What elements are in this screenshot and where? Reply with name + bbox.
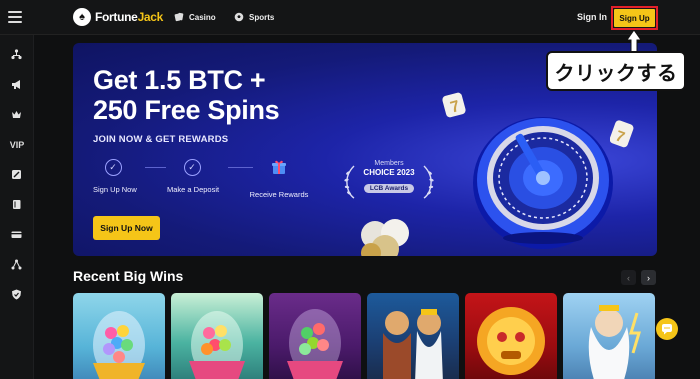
sidebar-item-lottery[interactable] (10, 168, 23, 181)
crown-icon (12, 111, 21, 118)
app-root: ♠ FortuneJack Casino Sports Sign In Sign… (0, 0, 700, 379)
chat-support-button[interactable] (656, 318, 678, 340)
chat-icon (662, 324, 672, 335)
egg-rocket-art (287, 309, 343, 379)
recent-wins-carousel (73, 293, 655, 379)
award-badge: Members CHOICE 2023 LCB Awards (344, 160, 434, 205)
nav-sports[interactable]: Sports (234, 12, 274, 22)
hero-sign-up-button[interactable]: Sign Up Now (93, 216, 160, 240)
nav-casino-label: Casino (189, 12, 216, 22)
game-tile-zeus-1[interactable] (367, 293, 459, 379)
sidebar-item-tournaments[interactable] (10, 48, 23, 61)
zeus-art (588, 305, 642, 379)
ticket-icon (12, 170, 21, 179)
tournament-bracket-icon (11, 49, 22, 60)
game-tile-egg-rocket-1[interactable] (73, 293, 165, 379)
nav-sports-label: Sports (249, 12, 275, 22)
game-tile-lion-mask[interactable] (465, 293, 557, 379)
step-deposit-label: Make a Deposit (167, 185, 220, 194)
logo-badge-icon: ♠ (73, 8, 91, 26)
recent-wins-title: Recent Big Wins (73, 268, 184, 284)
egg-rocket-art (189, 311, 245, 379)
carousel-prev-button[interactable]: ‹ (621, 270, 636, 285)
sidebar-item-blog[interactable] (10, 198, 23, 211)
nav-casino[interactable]: Casino (174, 12, 216, 22)
sidebar-item-security[interactable] (10, 288, 23, 301)
game-tile-egg-rocket-2[interactable] (171, 293, 263, 379)
top-bar: ♠ FortuneJack Casino Sports Sign In Sign… (0, 0, 700, 35)
soccer-ball-icon (234, 12, 244, 22)
check-icon: ✓ (104, 159, 122, 176)
shield-icon (12, 289, 21, 300)
sidebar-item-payments[interactable] (10, 228, 23, 241)
award-main-text: CHOICE 2023 (363, 168, 415, 177)
sidebar-item-affiliates[interactable] (10, 258, 23, 271)
book-icon (13, 200, 21, 209)
egg-rocket-art (93, 311, 145, 379)
laurel-left-icon (344, 165, 355, 199)
laurel-right-icon (423, 165, 434, 199)
step-rewards-label: Receive Rewards (249, 190, 309, 199)
hero-subtitle: JOIN NOW & GET REWARDS (93, 134, 229, 145)
gift-icon (272, 160, 286, 174)
step-sign-up-label: Sign Up Now (93, 185, 137, 194)
hero-title: Get 1.5 BTC + 250 Free Spins (93, 65, 280, 125)
sign-up-highlight-box: Sign Up (611, 6, 658, 30)
hero-title-line2: 250 Free Spins (93, 95, 280, 125)
sidebar-item-rewards[interactable] (10, 108, 23, 121)
carousel-next-button[interactable]: › (641, 270, 656, 285)
sidebar-item-promotions[interactable] (10, 78, 23, 91)
sidebar: VIP (0, 35, 34, 379)
logo-text-jack: Jack (137, 10, 164, 24)
card-icon (11, 231, 22, 238)
dice-seven-icon: 7 (442, 92, 466, 118)
lion-mask-art (477, 307, 545, 375)
check-icon: ✓ (183, 159, 201, 176)
award-tag: LCB Awards (363, 184, 415, 193)
annotation-callout: クリックする (546, 51, 686, 91)
logo-text-fortune: Fortune (95, 10, 138, 24)
hero-title-line1: Get 1.5 BTC + (93, 65, 266, 95)
step-sign-up: ✓ Sign Up Now (93, 159, 137, 194)
step-rewards: Receive Rewards (243, 159, 315, 199)
network-icon (11, 259, 22, 270)
clover-icon (361, 219, 409, 256)
vip-label: VIP (9, 139, 25, 150)
game-tile-egg-rocket-3[interactable] (269, 293, 361, 379)
cards-icon (174, 12, 184, 22)
megaphone-icon (12, 80, 20, 89)
logo-text: FortuneJack (95, 10, 163, 24)
step-deposit: ✓ Make a Deposit (167, 159, 220, 194)
zeus-art (383, 309, 443, 379)
hamburger-menu-icon[interactable] (8, 11, 22, 23)
game-tile-zeus-2[interactable] (563, 293, 655, 379)
sidebar-item-vip[interactable]: VIP (8, 138, 26, 151)
sign-in-link[interactable]: Sign In (577, 12, 607, 22)
award-top-text: Members (374, 160, 404, 167)
logo[interactable]: ♠ FortuneJack (73, 8, 163, 26)
roulette-wheel-icon (473, 117, 613, 249)
step-connector (145, 167, 166, 168)
sign-up-button[interactable]: Sign Up (614, 9, 655, 27)
